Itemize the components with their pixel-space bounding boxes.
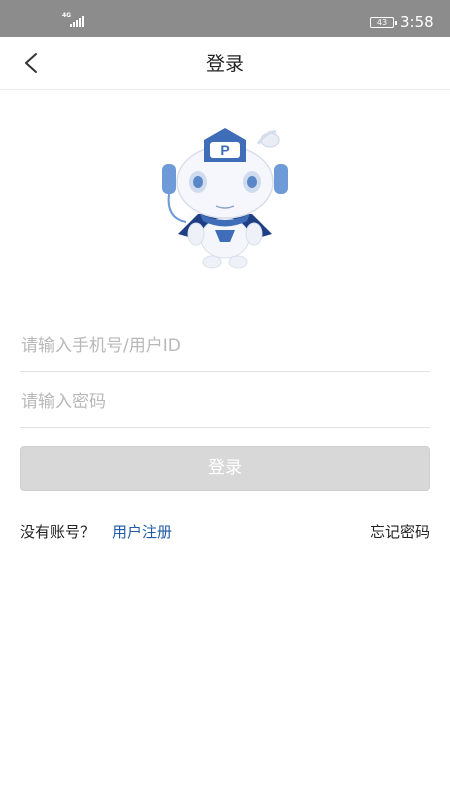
password-field[interactable] bbox=[20, 376, 430, 428]
battery-icon: 43 bbox=[370, 17, 397, 28]
status-bar: 4G 43 3:58 bbox=[0, 0, 450, 37]
mascot-illustration: P bbox=[150, 122, 300, 272]
page-title: 登录 bbox=[205, 53, 244, 75]
phone-input[interactable] bbox=[20, 320, 430, 371]
phone-or-user-id-field[interactable] bbox=[20, 320, 430, 372]
account-links-row: 没有账号？ 用户注册 忘记密码 bbox=[20, 521, 430, 543]
register-link[interactable]: 用户注册 bbox=[112, 521, 172, 543]
login-button[interactable]: 登录 bbox=[20, 446, 430, 491]
signal-icon: 4G bbox=[62, 13, 86, 28]
status-time: 3:58 bbox=[400, 13, 434, 31]
forgot-password-link[interactable]: 忘记密码 bbox=[370, 521, 430, 543]
navigation-bar: 登录 bbox=[0, 37, 450, 90]
mascot-badge-letter: P bbox=[220, 142, 229, 158]
password-input[interactable] bbox=[20, 376, 430, 427]
battery-level: 43 bbox=[376, 18, 388, 27]
no-account-text: 没有账号？ bbox=[20, 523, 96, 541]
